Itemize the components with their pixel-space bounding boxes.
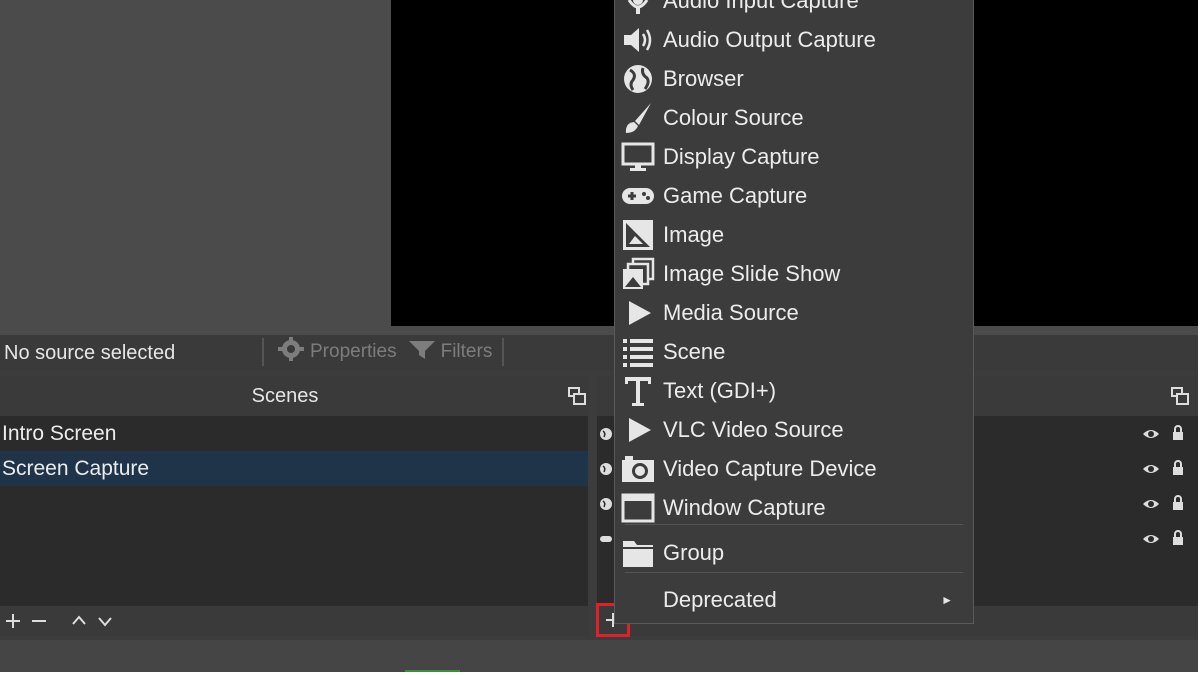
move-up-button[interactable] (70, 612, 88, 630)
window-icon (621, 491, 655, 525)
menu-item-audio-output-capture[interactable]: Audio Output Capture (615, 20, 973, 59)
visibility-eye-icon[interactable] (1142, 532, 1160, 546)
toolbar-divider (502, 338, 505, 366)
lock-icon[interactable] (1171, 460, 1185, 476)
menu-item-vlc-video-source[interactable]: VLC Video Source (615, 410, 973, 449)
undock-icon[interactable] (1171, 387, 1189, 405)
text-icon (621, 374, 655, 408)
preview-background (0, 0, 391, 335)
filters-label: Filters (440, 341, 493, 362)
add-scene-button[interactable] (4, 612, 22, 630)
add-source-menu: Audio Input Capture Audio Output Capture… (614, 0, 974, 624)
controls-strip (0, 640, 1198, 672)
slideshow-icon (621, 257, 655, 291)
speaker-icon (621, 23, 655, 57)
menu-item-video-capture-device[interactable]: Video Capture Device (615, 449, 973, 488)
status-indicator (405, 670, 460, 672)
properties-button[interactable]: Properties (276, 337, 397, 367)
scenes-dock-header: Scenes (0, 376, 590, 416)
visibility-eye-icon[interactable] (1142, 462, 1160, 476)
scene-item-selected[interactable]: Screen Capture (0, 451, 588, 486)
image-icon (621, 218, 655, 252)
filters-button[interactable]: Filters (407, 337, 493, 367)
scenes-dock-title: Scenes (251, 385, 319, 407)
properties-label: Properties (310, 341, 397, 362)
menu-item-window-capture[interactable]: Window Capture (615, 488, 973, 527)
scene-list: Intro Screen Screen Capture (0, 416, 588, 606)
source-actions: Properties Filters (262, 337, 505, 367)
source-status: No source selected (4, 342, 176, 364)
source-toolbar (0, 335, 1198, 371)
globe-icon (600, 463, 612, 475)
lock-icon[interactable] (1171, 495, 1185, 511)
menu-item-display-capture[interactable]: Display Capture (615, 137, 973, 176)
list-icon (621, 335, 655, 369)
globe-icon (600, 428, 612, 440)
scenes-toolbar (0, 606, 590, 636)
visibility-eye-icon[interactable] (1142, 497, 1160, 511)
globe-icon (621, 62, 655, 96)
remove-scene-button[interactable] (30, 612, 48, 630)
camera-icon (621, 452, 655, 486)
folder-icon (621, 536, 655, 570)
play-icon (621, 413, 655, 447)
paintbrush-icon (621, 101, 655, 135)
menu-item-audio-input-capture[interactable]: Audio Input Capture (615, 0, 973, 20)
menu-item-image-slide-show[interactable]: Image Slide Show (615, 254, 973, 293)
monitor-icon (621, 140, 655, 174)
gamepad-icon (621, 179, 655, 213)
menu-item-game-capture[interactable]: Game Capture (615, 176, 973, 215)
menu-item-text-gdi[interactable]: Text (GDI+) (615, 371, 973, 410)
menu-item-media-source[interactable]: Media Source (615, 293, 973, 332)
visibility-eye-icon[interactable] (1142, 427, 1160, 441)
obs-window: No source selected Properties Filters Sc… (0, 0, 1198, 672)
undock-icon[interactable] (568, 387, 586, 405)
menu-item-group[interactable]: Group (615, 533, 973, 572)
play-icon (621, 296, 655, 330)
lock-icon[interactable] (1171, 530, 1185, 546)
globe-icon (600, 498, 612, 510)
menu-separator (625, 572, 963, 573)
scenes-dock: Scenes Intro Screen Screen Capture (0, 376, 590, 636)
gear-icon (276, 337, 306, 367)
move-down-button[interactable] (96, 612, 114, 630)
menu-item-browser[interactable]: Browser (615, 59, 973, 98)
gamepad-icon (600, 536, 612, 542)
microphone-icon (621, 0, 655, 18)
menu-item-colour-source[interactable]: Colour Source (615, 98, 973, 137)
scene-item[interactable]: Intro Screen (0, 416, 588, 451)
menu-item-deprecated[interactable]: Deprecated ► (615, 580, 973, 619)
menu-separator (625, 524, 963, 525)
submenu-arrow-icon: ► (941, 592, 953, 607)
filter-icon (407, 337, 437, 367)
menu-item-image[interactable]: Image (615, 215, 973, 254)
menu-item-scene[interactable]: Scene (615, 332, 973, 371)
lock-icon[interactable] (1171, 425, 1185, 441)
